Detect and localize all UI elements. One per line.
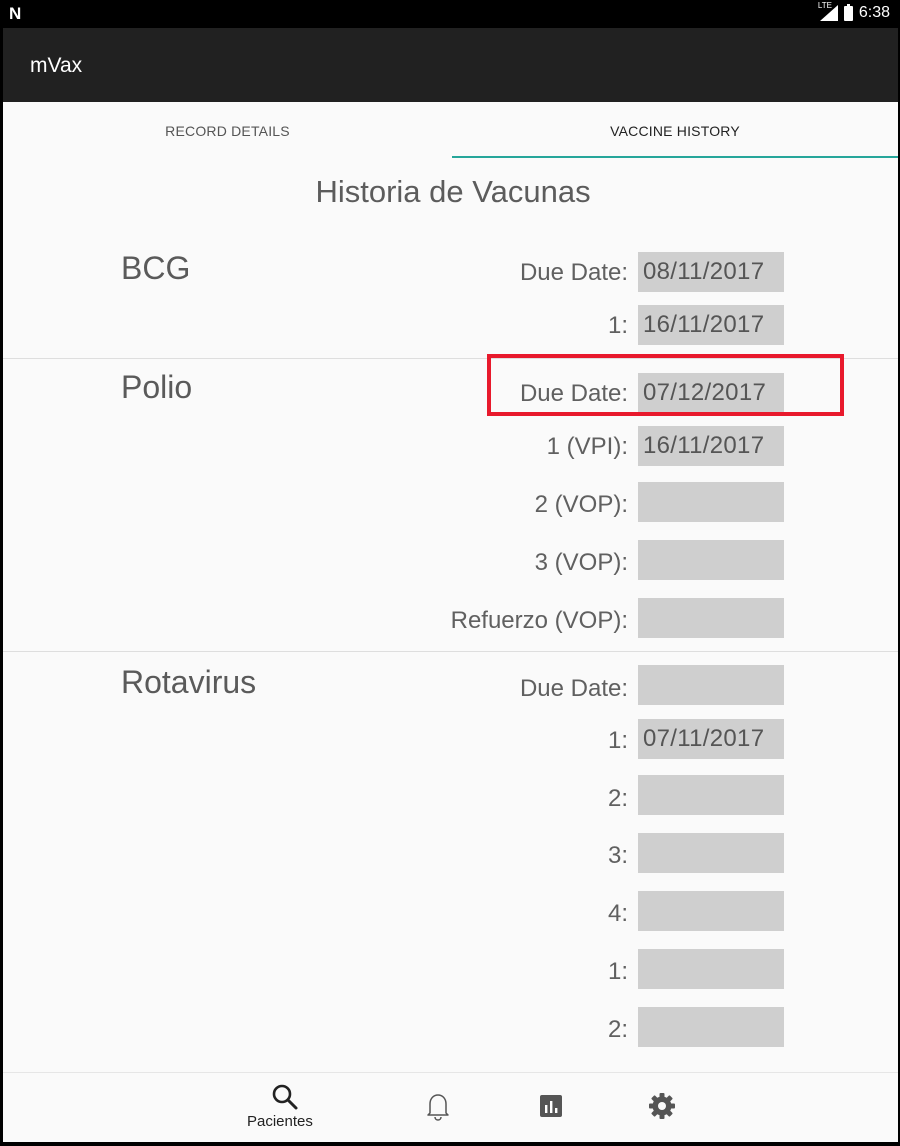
status-time: 6:38	[858, 4, 890, 21]
polio-dose-1-label: 1 (VPI):	[546, 433, 628, 460]
polio-booster-field[interactable]	[638, 598, 784, 638]
rotavirus-dose-3-label: 3:	[607, 842, 628, 869]
highlight-box	[487, 354, 844, 416]
network-type: LTE	[817, 1, 832, 10]
polio-dose-3-field[interactable]	[638, 540, 784, 580]
rotavirus-dose-2-label: 2:	[607, 785, 628, 812]
polio-dose-1-field[interactable]: 16/11/2017	[638, 426, 784, 466]
nav-settings[interactable]	[637, 1073, 687, 1142]
rotavirus-due-date-label: Due Date:	[519, 675, 628, 702]
tab-record-details[interactable]: RECORD DETAILS	[3, 102, 452, 158]
polio-dose-3-label: 3 (VOP):	[534, 549, 628, 576]
nav-pacientes[interactable]: Pacientes	[243, 1073, 328, 1142]
tab-vaccine-history[interactable]: VACCINE HISTORY	[452, 102, 898, 158]
rotavirus-dose-4-label: 4:	[607, 900, 628, 927]
page-title: Historia de Vacunas	[315, 174, 591, 209]
rotavirus-extra-2-label: 2:	[607, 1016, 628, 1043]
rotavirus-extra-1-label: 1:	[607, 958, 628, 985]
battery-icon	[843, 3, 853, 21]
bcg-due-date-label: Due Date:	[519, 259, 628, 286]
search-icon	[272, 1084, 298, 1110]
rotavirus-dose-4-field[interactable]	[638, 891, 784, 931]
section-divider	[3, 651, 898, 652]
tab-bar: RECORD DETAILS VACCINE HISTORY	[3, 102, 898, 158]
rotavirus-due-date-field[interactable]	[638, 665, 784, 705]
nav-reports[interactable]	[526, 1073, 576, 1142]
app-title: mVax	[30, 54, 83, 77]
notification-n-icon: N	[9, 4, 22, 23]
rotavirus-dose-1-label: 1:	[607, 727, 628, 754]
polio-dose-2-field[interactable]	[638, 482, 784, 522]
chart-icon	[540, 1095, 562, 1117]
bottom-navigation: Pacientes	[3, 1072, 898, 1142]
polio-booster-label: Refuerzo (VOP):	[450, 607, 628, 634]
rotavirus-dose-1-field[interactable]: 07/11/2017	[638, 719, 784, 759]
vaccine-name-rotavirus: Rotavirus	[121, 664, 257, 700]
app-bar: mVax	[3, 28, 898, 102]
signal-icon: LTE	[818, 1, 838, 21]
app-screen: N LTE 6:38 mVax RECORD DETAILS VACCINE H…	[3, 0, 898, 1142]
bcg-dose-1-label: 1:	[607, 312, 628, 339]
status-bar: N LTE 6:38	[3, 0, 898, 28]
polio-dose-2-label: 2 (VOP):	[534, 491, 628, 518]
nav-pacientes-label: Pacientes	[247, 1113, 313, 1130]
tab-indicator	[452, 156, 898, 158]
rotavirus-dose-3-field[interactable]	[638, 833, 784, 873]
bell-icon	[427, 1094, 449, 1121]
rotavirus-extra-2-field[interactable]	[638, 1007, 784, 1047]
vaccine-name-polio: Polio	[121, 369, 193, 405]
rotavirus-dose-2-field[interactable]	[638, 775, 784, 815]
rotavirus-extra-1-field[interactable]	[638, 949, 784, 989]
bcg-dose-1-field[interactable]: 16/11/2017	[638, 305, 784, 345]
nav-notifications[interactable]	[413, 1073, 463, 1142]
bcg-due-date-field[interactable]: 08/11/2017	[638, 252, 784, 292]
vaccine-name-bcg: BCG	[121, 250, 191, 286]
gear-icon	[649, 1093, 675, 1119]
